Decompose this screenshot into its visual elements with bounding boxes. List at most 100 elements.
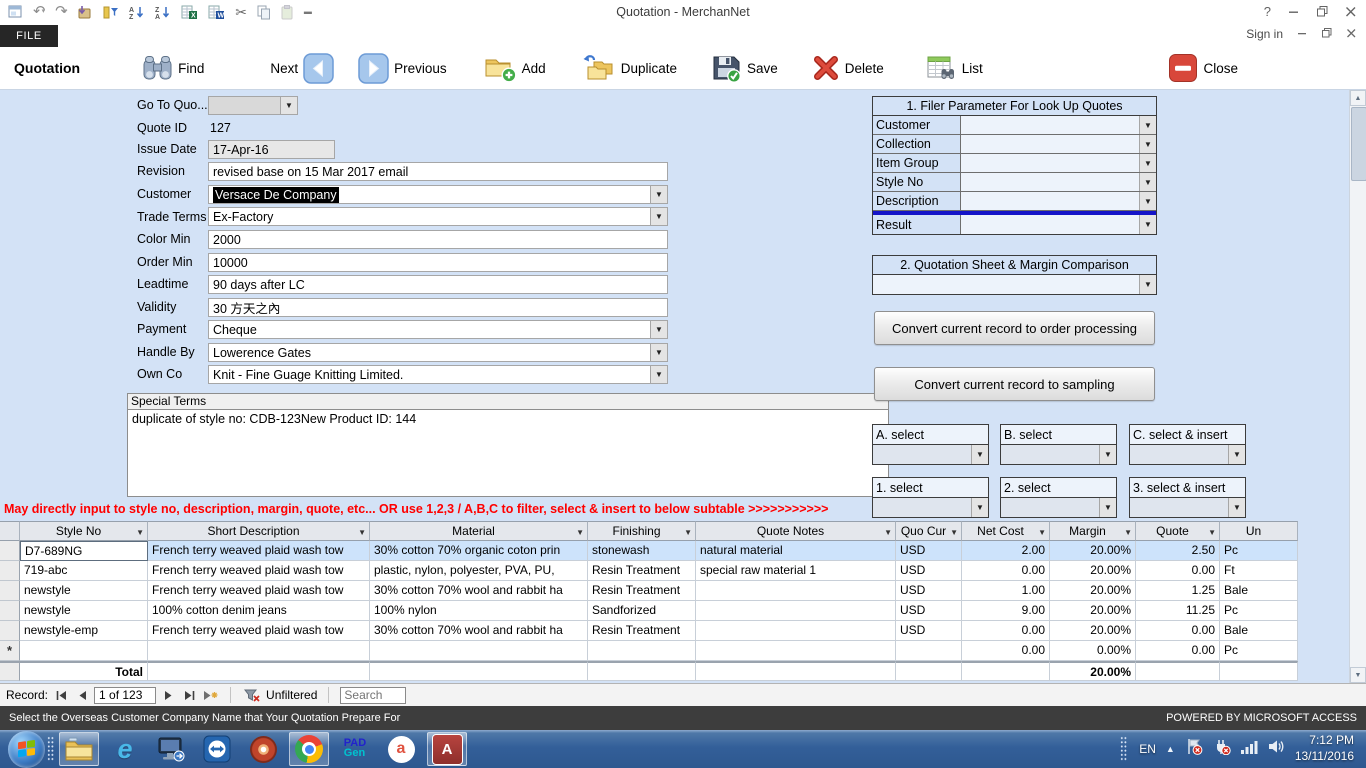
cell-quote[interactable]: 0.00 bbox=[1136, 561, 1220, 581]
first-record-button[interactable] bbox=[52, 687, 69, 704]
select-3-dropdown-icon[interactable]: ▼ bbox=[1228, 498, 1245, 517]
column-header-margin[interactable]: Margin▼ bbox=[1050, 521, 1136, 541]
cell-unit[interactable]: Pc bbox=[1220, 641, 1298, 661]
scroll-up-icon[interactable]: ▲ bbox=[1350, 90, 1366, 106]
cell-style-no[interactable]: newstyle bbox=[20, 601, 148, 621]
column-header-finishing[interactable]: Finishing▼ bbox=[588, 521, 696, 541]
scrollbar-thumb[interactable] bbox=[1351, 107, 1366, 181]
cell-quote-notes[interactable] bbox=[696, 621, 896, 641]
cell-quo-cur[interactable]: USD bbox=[896, 541, 962, 561]
cell-net-cost[interactable]: 2.00 bbox=[962, 541, 1050, 561]
column-header-quote-notes[interactable]: Quote Notes▼ bbox=[696, 521, 896, 541]
help-button[interactable]: ? bbox=[1264, 4, 1271, 19]
new-record-button[interactable] bbox=[202, 687, 219, 704]
cell-finishing[interactable] bbox=[588, 641, 696, 661]
select-c-dropdown-icon[interactable]: ▼ bbox=[1228, 445, 1245, 464]
select-c-combobox[interactable]: ▼ bbox=[1129, 445, 1246, 465]
customer-combobox[interactable]: Versace De Company ▼ bbox=[208, 185, 668, 204]
column-dropdown-icon[interactable]: ▼ bbox=[576, 528, 584, 537]
select-b-dropdown-icon[interactable]: ▼ bbox=[1099, 445, 1116, 464]
power-status-icon[interactable] bbox=[1213, 738, 1231, 760]
cell-unit[interactable]: Ft bbox=[1220, 561, 1298, 581]
add-button[interactable]: Add bbox=[483, 53, 546, 83]
select-3-combobox[interactable]: ▼ bbox=[1129, 498, 1246, 518]
issue-date-field[interactable]: 17-Apr-16 bbox=[208, 140, 335, 159]
convert-to-order-button[interactable]: Convert current record to order processi… bbox=[874, 311, 1155, 345]
minimize-button[interactable] bbox=[1289, 7, 1299, 17]
cell-quote[interactable]: 0.00 bbox=[1136, 641, 1220, 661]
doc-restore-button[interactable] bbox=[1322, 27, 1332, 41]
column-dropdown-icon[interactable]: ▼ bbox=[950, 528, 958, 537]
cell-net-cost[interactable]: 1.00 bbox=[962, 581, 1050, 601]
filter-style-no-dropdown-icon[interactable]: ▼ bbox=[1139, 173, 1156, 191]
column-header-unit[interactable]: Un bbox=[1220, 521, 1298, 541]
filter-status-label[interactable]: Unfiltered bbox=[266, 688, 317, 702]
column-dropdown-icon[interactable]: ▼ bbox=[358, 528, 366, 537]
filter-description-dropdown-icon[interactable]: ▼ bbox=[1139, 192, 1156, 210]
duplicate-button[interactable]: Duplicate bbox=[582, 53, 677, 83]
handle-by-dropdown-icon[interactable]: ▼ bbox=[650, 344, 667, 361]
filter-description-combobox[interactable]: ▼ bbox=[961, 192, 1156, 210]
cell-quote[interactable]: 2.50 bbox=[1136, 541, 1220, 561]
payment-dropdown-icon[interactable]: ▼ bbox=[650, 321, 667, 338]
revision-field[interactable]: revised base on 15 Mar 2017 email bbox=[208, 162, 668, 181]
order-min-field[interactable]: 10000 bbox=[208, 253, 668, 272]
cell-quote[interactable]: 1.25 bbox=[1136, 581, 1220, 601]
close-window-button[interactable] bbox=[1346, 7, 1356, 17]
cell-unit[interactable]: Pc bbox=[1220, 601, 1298, 621]
cell-quote-notes[interactable] bbox=[696, 641, 896, 661]
filter-collection-dropdown-icon[interactable]: ▼ bbox=[1139, 135, 1156, 153]
sign-in-link[interactable]: Sign in bbox=[1246, 27, 1283, 41]
previous-record-button[interactable] bbox=[73, 687, 90, 704]
cell-quo-cur[interactable]: USD bbox=[896, 581, 962, 601]
cell-net-cost[interactable]: 0.00 bbox=[962, 561, 1050, 581]
save-button[interactable]: Save bbox=[711, 53, 778, 83]
record-search-input[interactable] bbox=[340, 687, 406, 704]
filter-customer-dropdown-icon[interactable]: ▼ bbox=[1139, 116, 1156, 134]
file-tab[interactable]: FILE bbox=[0, 25, 58, 47]
cell-quote[interactable]: 0.00 bbox=[1136, 621, 1220, 641]
filter-style-no-combobox[interactable]: ▼ bbox=[961, 173, 1156, 191]
cell-material[interactable]: plastic, nylon, polyester, PVA, PU, bbox=[370, 561, 588, 581]
cell-margin[interactable]: 20.00% bbox=[1050, 561, 1136, 581]
cell-finishing[interactable]: Resin Treatment bbox=[588, 561, 696, 581]
cell-style-no[interactable]: newstyle bbox=[20, 581, 148, 601]
taskbar-internet-explorer[interactable]: e bbox=[105, 732, 145, 766]
filter-customer-combobox[interactable]: ▼ bbox=[961, 116, 1156, 134]
select-1-combobox[interactable]: ▼ bbox=[872, 498, 989, 518]
cell-material[interactable]: 30% cotton 70% wool and rabbit ha bbox=[370, 581, 588, 601]
taskbar-appserv[interactable]: a bbox=[381, 732, 421, 766]
select-2-combobox[interactable]: ▼ bbox=[1000, 498, 1117, 518]
column-header-net-cost[interactable]: Net Cost▼ bbox=[962, 521, 1050, 541]
leadtime-field[interactable]: 90 days after LC bbox=[208, 275, 668, 294]
cell-quote-notes[interactable]: natural material bbox=[696, 541, 896, 561]
select-a-dropdown-icon[interactable]: ▼ bbox=[971, 445, 988, 464]
cell-quo-cur[interactable]: USD bbox=[896, 601, 962, 621]
cell-style-no[interactable]: 719-abc bbox=[20, 561, 148, 581]
comparison-dropdown-icon[interactable]: ▼ bbox=[1139, 275, 1156, 294]
cell-net-cost[interactable]: 0.00 bbox=[962, 621, 1050, 641]
cell-style-no[interactable] bbox=[20, 641, 148, 661]
cell-margin[interactable]: 20.00% bbox=[1050, 541, 1136, 561]
cell-quote-notes[interactable] bbox=[696, 601, 896, 621]
cell-finishing[interactable]: Resin Treatment bbox=[588, 621, 696, 641]
cell-quote-notes[interactable]: special raw material 1 bbox=[696, 561, 896, 581]
select-a-combobox[interactable]: ▼ bbox=[872, 445, 989, 465]
filter-status-icon[interactable] bbox=[242, 687, 262, 704]
form-vertical-scrollbar[interactable]: ▲ ▼ bbox=[1349, 90, 1366, 683]
customer-dropdown-icon[interactable]: ▼ bbox=[650, 186, 667, 203]
row-selector[interactable] bbox=[0, 561, 20, 581]
next-record-button[interactable] bbox=[160, 687, 177, 704]
cell-margin[interactable]: 20.00% bbox=[1050, 581, 1136, 601]
taskbar-remote-desktop[interactable] bbox=[151, 732, 191, 766]
select-b-combobox[interactable]: ▼ bbox=[1000, 445, 1117, 465]
language-indicator[interactable]: EN bbox=[1139, 742, 1156, 756]
column-header-short-description[interactable]: Short Description▼ bbox=[148, 521, 370, 541]
select-1-dropdown-icon[interactable]: ▼ bbox=[971, 498, 988, 517]
column-dropdown-icon[interactable]: ▼ bbox=[1038, 528, 1046, 537]
cell-quo-cur[interactable]: USD bbox=[896, 621, 962, 641]
cell-quote[interactable]: 11.25 bbox=[1136, 601, 1220, 621]
payment-combobox[interactable]: Cheque ▼ bbox=[208, 320, 668, 339]
doc-minimize-button[interactable] bbox=[1298, 27, 1307, 41]
start-button[interactable] bbox=[8, 731, 45, 768]
